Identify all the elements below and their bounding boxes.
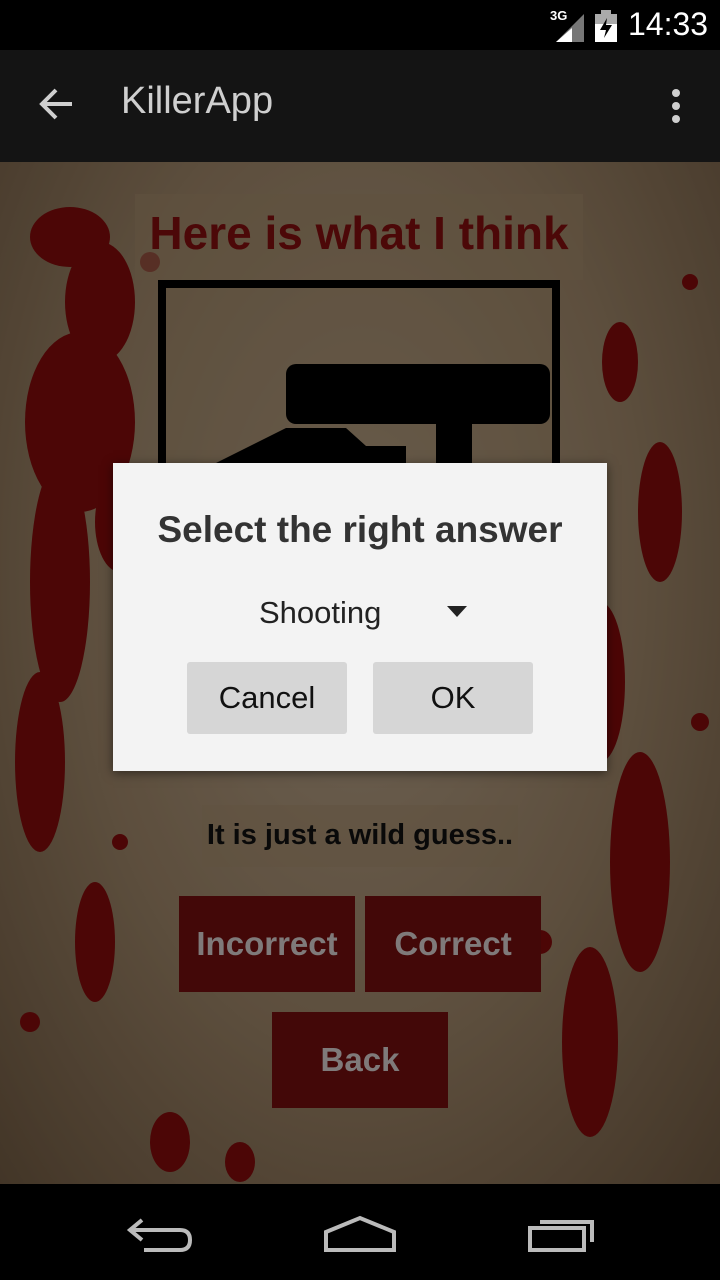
ok-button[interactable]: OK (373, 662, 533, 734)
nav-back-icon[interactable] (124, 1214, 196, 1254)
clock: 14:33 (628, 6, 709, 42)
answer-dialog: Select the right answer Shooting Cancel … (113, 463, 607, 771)
overflow-menu-icon[interactable] (668, 88, 684, 124)
back-arrow-icon[interactable] (36, 84, 76, 124)
action-bar: KillerApp (0, 50, 720, 162)
spinner-selected-value: Shooting (259, 595, 382, 630)
battery-icon (595, 10, 617, 42)
app-title: KillerApp (121, 80, 274, 122)
dropdown-arrow-icon (447, 606, 467, 617)
nav-recent-apps-icon[interactable] (526, 1214, 598, 1254)
signal-icon (556, 14, 584, 42)
answer-spinner[interactable]: Shooting (243, 583, 483, 639)
cancel-button[interactable]: Cancel (187, 662, 347, 734)
dialog-title: Select the right answer (157, 509, 563, 550)
navigation-bar (0, 1184, 720, 1280)
nav-home-icon[interactable] (322, 1214, 398, 1254)
status-bar: 3G 14:33 (0, 0, 720, 50)
